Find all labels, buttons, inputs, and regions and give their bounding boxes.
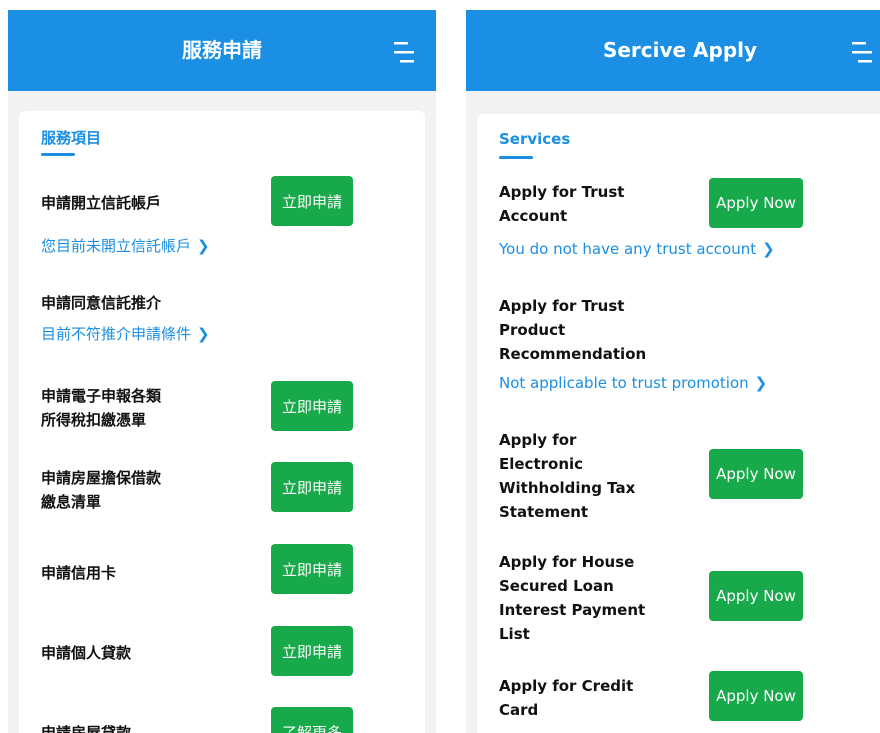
apply-credit-card-button[interactable]: Apply Now [709,671,803,721]
phone-screen-chinese: 服務申請 服務項目 申請開立信託帳戶 立即申請 您目前未開立信託帳戶 ❯ 申請同意… [8,10,436,733]
header-bar: Sercive Apply [466,10,880,91]
section-title: Services [499,130,571,148]
trust-account-status-text: You do not have any trust account [499,240,757,258]
trust-account-status-link[interactable]: 您目前未開立信託帳戶 ❯ [41,235,210,257]
service-label-withholding-tax: Apply for Electronic Withholding Tax Sta… [499,431,636,521]
service-label-credit-card: Apply for Credit Card [499,677,634,719]
header-bar: 服務申請 [8,10,436,91]
services-card: Services Apply for Trust Account Apply N… [477,114,880,733]
chevron-right-icon: ❯ [197,237,210,255]
section-underline [41,153,75,156]
service-label-trust-recommendation: 申請同意信託推介 [41,294,162,312]
trust-recommendation-status-text: Not applicable to trust promotion [499,374,749,392]
service-label-house-loan-interest: 申請房屋擔保借款 繳息清單 [41,469,162,511]
service-label-personal-loan: 申請個人貸款 [41,644,132,662]
service-label-credit-card: 申請信用卡 [41,564,117,582]
menu-icon[interactable] [848,40,874,64]
trust-recommendation-status-link[interactable]: 目前不符推介申請條件 ❯ [41,323,210,345]
apply-personal-loan-button[interactable]: 立即申請 [271,626,353,676]
service-label-withholding-tax: 申請電子申報各類 所得稅扣繳憑單 [41,387,162,429]
services-card: 服務項目 申請開立信託帳戶 立即申請 您目前未開立信託帳戶 ❯ 申請同意信託推介 … [19,111,425,733]
service-label-open-trust-account: 申請開立信託帳戶 [41,194,162,212]
apply-house-loan-interest-button[interactable]: 立即申請 [271,462,353,512]
phone-screen-english: Sercive Apply Services Apply for Trust A… [466,10,880,733]
apply-credit-card-button[interactable]: 立即申請 [271,544,353,594]
trust-account-status-link[interactable]: You do not have any trust account ❯ [499,238,775,260]
apply-trust-account-button[interactable]: Apply Now [709,178,803,228]
learn-more-mortgage-button[interactable]: 了解更多 [271,707,353,733]
trust-recommendation-status-text: 目前不符推介申請條件 [41,325,192,343]
apply-withholding-tax-button[interactable]: 立即申請 [271,381,353,431]
apply-withholding-tax-button[interactable]: Apply Now [709,449,803,499]
service-label-mortgage: 申請房屋貸款 [41,724,132,733]
chevron-right-icon: ❯ [754,374,768,392]
service-label-house-loan-interest: Apply for House Secured Loan Interest Pa… [499,553,646,643]
chevron-right-icon: ❯ [197,325,210,343]
trust-recommendation-status-link[interactable]: Not applicable to trust promotion ❯ [499,372,767,394]
chevron-right-icon: ❯ [762,240,775,258]
section-title: 服務項目 [41,129,102,147]
apply-house-loan-interest-button[interactable]: Apply Now [709,571,803,621]
section-underline [499,156,533,159]
service-label-trust-account: Apply for Trust Account [499,183,625,225]
menu-icon[interactable] [390,40,416,64]
service-label-trust-recommendation: Apply for Trust Product Recommendation [499,297,647,363]
trust-account-status-text: 您目前未開立信託帳戶 [41,237,192,255]
page-title: 服務申請 [182,38,262,62]
apply-trust-account-button[interactable]: 立即申請 [271,176,353,226]
page-title: Sercive Apply [602,38,758,62]
